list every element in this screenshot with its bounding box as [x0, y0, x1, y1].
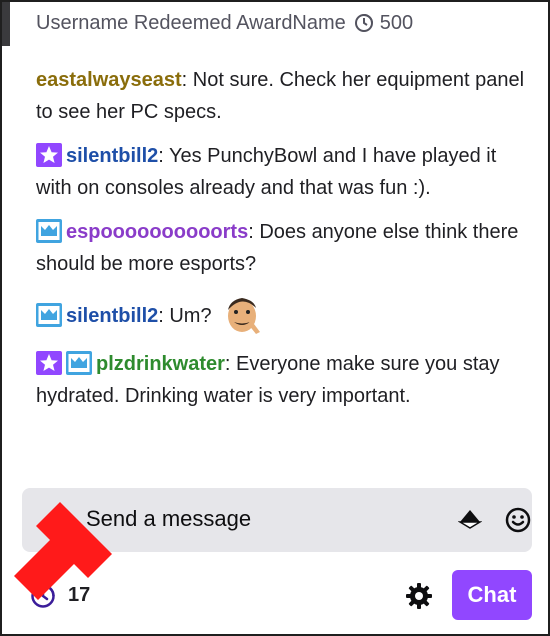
chat-username[interactable]: eastalwayseast: [36, 69, 182, 91]
chat-message: plzdrinkwater: Everyone make sure you st…: [36, 348, 531, 412]
emote-picker-icon[interactable]: [504, 506, 532, 534]
crown-badge-icon[interactable]: [66, 351, 92, 375]
chat-message: silentbill2: Yes PunchyBowl and I have p…: [36, 140, 531, 204]
chat-message-text: : Um?: [158, 305, 212, 327]
crown-badge-icon[interactable]: [36, 219, 62, 243]
chat-message-list: eastalwayseast: Not sure. Check her equi…: [36, 64, 531, 424]
redemption-notice: Username Redeemed AwardName 500: [36, 10, 413, 36]
chat-username[interactable]: plzdrinkwater: [96, 353, 225, 375]
bits-icon[interactable]: [457, 508, 483, 532]
channel-points-icon[interactable]: [30, 583, 56, 609]
channel-points-balance[interactable]: 17: [68, 584, 90, 607]
chat-input[interactable]: Send a message: [22, 488, 532, 552]
redemption-text: Username Redeemed AwardName: [36, 11, 346, 34]
emote-image[interactable]: [218, 292, 266, 336]
chat-message: espoooooooooorts: Does anyone else think…: [36, 216, 531, 280]
chat-message: silentbill2: Um?: [36, 292, 531, 336]
crown-badge-icon[interactable]: [36, 303, 62, 327]
star-badge-icon[interactable]: [36, 143, 62, 167]
chat-username[interactable]: espoooooooooorts: [66, 221, 248, 243]
chat-message: eastalwayseast: Not sure. Check her equi…: [36, 64, 531, 128]
gear-icon[interactable]: [404, 581, 434, 611]
star-badge-icon[interactable]: [36, 351, 62, 375]
channel-points-icon: [354, 13, 374, 33]
chat-input-placeholder: Send a message: [86, 506, 252, 531]
chat-username[interactable]: silentbill2: [66, 145, 158, 167]
scroll-edge: [2, 2, 10, 46]
chat-send-button[interactable]: Chat: [452, 570, 532, 620]
redemption-cost: 500: [379, 11, 414, 34]
chat-username[interactable]: silentbill2: [66, 305, 158, 327]
chat-panel: Username Redeemed AwardName 500 eastalwa…: [0, 0, 550, 636]
